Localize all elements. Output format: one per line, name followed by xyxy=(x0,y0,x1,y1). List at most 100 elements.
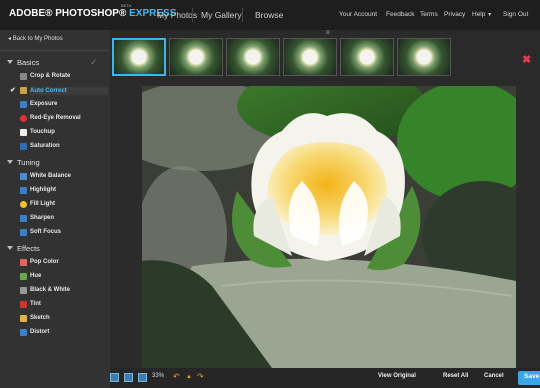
thumbnail-version[interactable] xyxy=(226,38,280,76)
section-effects[interactable]: Effects xyxy=(7,244,40,253)
brand-name: ADOBE® PHOTOSHOP® xyxy=(9,8,127,19)
tool-black-white[interactable]: Black & White xyxy=(20,287,71,294)
exposure-icon xyxy=(20,101,27,108)
tool-saturation[interactable]: Saturation xyxy=(20,143,60,150)
version-strip: ≡ xyxy=(110,30,540,85)
help-label: Help xyxy=(472,11,486,18)
tool-label: Sketch xyxy=(30,315,50,321)
redo-icon[interactable]: ↷ xyxy=(197,372,204,381)
tool-label: Tint xyxy=(30,301,41,307)
tool-label: Exposure xyxy=(30,101,58,107)
triangle-down-icon xyxy=(7,60,13,64)
tool-touchup[interactable]: Touchup xyxy=(20,129,55,136)
pencil-icon xyxy=(20,315,27,322)
sidebar: ◂ Back to My Photos Basics ✓ Crop & Rota… xyxy=(0,30,110,388)
chevron-down-icon: ▼ xyxy=(487,12,493,18)
thumbnail-version[interactable] xyxy=(340,38,394,76)
actual-size-icon[interactable] xyxy=(124,373,133,382)
tool-crop-rotate[interactable]: Crop & Rotate xyxy=(20,73,71,80)
checkmark-icon: ✔ xyxy=(10,87,16,94)
thumbnail-version[interactable] xyxy=(397,38,451,76)
section-title: Basics xyxy=(17,58,40,67)
tool-pop-color[interactable]: Pop Color xyxy=(20,259,59,266)
water-lily-photo xyxy=(142,86,516,368)
black-white-icon xyxy=(20,287,27,294)
link-your-account[interactable]: Your Account xyxy=(339,11,377,18)
tool-label: Crop & Rotate xyxy=(30,73,71,79)
tool-sharpen[interactable]: Sharpen xyxy=(20,215,55,222)
undo-icon[interactable]: ↶ xyxy=(173,372,180,381)
tool-label: Hue xyxy=(30,273,42,279)
tool-label: Black & White xyxy=(30,287,71,293)
sharpen-icon xyxy=(20,215,27,222)
cancel-button[interactable]: Cancel xyxy=(484,373,504,379)
checkmark-icon: ✓ xyxy=(90,57,98,67)
nav-browse[interactable]: Browse xyxy=(255,10,283,20)
section-basics[interactable]: Basics xyxy=(7,58,39,67)
reset-all-button[interactable]: Reset All xyxy=(443,373,468,379)
back-to-photos-link[interactable]: ◂ Back to My Photos xyxy=(8,35,63,42)
tool-fill-light[interactable]: Fill Light xyxy=(20,201,55,208)
thumbnail-version[interactable] xyxy=(283,38,337,76)
back-label: Back to My Photos xyxy=(12,36,63,42)
bulb-icon xyxy=(20,201,27,208)
link-help[interactable]: Help ▼ xyxy=(472,11,492,18)
tool-highlight[interactable]: Highlight xyxy=(20,187,56,194)
wand-icon xyxy=(20,87,27,94)
tool-hue[interactable]: Hue xyxy=(20,273,42,280)
close-icon[interactable]: ✖ xyxy=(522,53,531,66)
section-title: Tuning xyxy=(17,158,40,167)
hand-icon xyxy=(20,129,27,136)
tool-label: Pop Color xyxy=(30,259,59,265)
app-logo: ADOBE® PHOTOSHOP® EXPRESS BETA xyxy=(9,3,176,19)
distort-icon xyxy=(20,329,27,336)
saturation-icon xyxy=(20,143,27,150)
tool-label: Auto Correct xyxy=(30,88,67,94)
link-sign-out[interactable]: Sign Out xyxy=(503,11,528,18)
fit-view-icon[interactable] xyxy=(110,373,119,382)
divider xyxy=(0,50,110,51)
link-privacy[interactable]: Privacy xyxy=(444,11,465,18)
back-arrow-icon: ◂ xyxy=(8,36,12,42)
strip-handle-icon[interactable]: ≡ xyxy=(326,30,330,36)
tool-red-eye-removal[interactable]: Red-Eye Removal xyxy=(20,115,81,122)
link-terms[interactable]: Terms xyxy=(420,11,438,18)
fullscreen-icon[interactable] xyxy=(138,373,147,382)
photo-canvas[interactable] xyxy=(142,86,516,368)
top-bar: ADOBE® PHOTOSHOP® EXPRESS BETA My Photos… xyxy=(0,0,540,31)
zoom-level: 33% xyxy=(152,373,165,379)
tool-label: Sharpen xyxy=(30,215,55,221)
soft-focus-icon xyxy=(20,229,27,236)
pop-color-icon xyxy=(20,259,27,266)
tool-sketch[interactable]: Sketch xyxy=(20,315,50,322)
nav-my-gallery[interactable]: My Gallery xyxy=(201,10,242,20)
tool-distort[interactable]: Distort xyxy=(20,329,50,336)
tool-tint[interactable]: Tint xyxy=(20,301,41,308)
tool-soft-focus[interactable]: Soft Focus xyxy=(20,229,61,236)
view-original-button[interactable]: View Original xyxy=(378,373,416,379)
tool-label: Highlight xyxy=(30,187,56,193)
tool-exposure[interactable]: Exposure xyxy=(20,101,58,108)
brush-icon xyxy=(20,301,27,308)
nav-divider xyxy=(192,8,193,22)
bottom-toolbar: 33% ↶ ▲ ↷ View Original Reset All Cancel xyxy=(110,368,540,388)
tool-label: Saturation xyxy=(30,143,60,149)
tool-auto-correct[interactable]: ✔ Auto Correct xyxy=(10,87,108,95)
crop-icon xyxy=(20,73,27,80)
nav-divider xyxy=(242,8,243,22)
hue-icon xyxy=(20,273,27,280)
thumbnail-version[interactable] xyxy=(169,38,223,76)
triangle-down-icon xyxy=(7,160,13,164)
tool-label: White Balance xyxy=(30,173,72,179)
red-eye-icon xyxy=(20,115,27,122)
section-tuning[interactable]: Tuning xyxy=(7,158,40,167)
thumbnail-original[interactable] xyxy=(112,38,166,76)
tool-white-balance[interactable]: White Balance xyxy=(20,173,72,180)
tool-label: Red-Eye Removal xyxy=(30,115,81,121)
link-feedback[interactable]: Feedback xyxy=(386,11,415,18)
save-button[interactable]: Save xyxy=(518,371,540,385)
history-up-icon[interactable]: ▲ xyxy=(186,374,192,380)
beta-badge: BETA xyxy=(121,3,132,8)
triangle-down-icon xyxy=(7,246,13,250)
tool-label: Distort xyxy=(30,329,50,335)
